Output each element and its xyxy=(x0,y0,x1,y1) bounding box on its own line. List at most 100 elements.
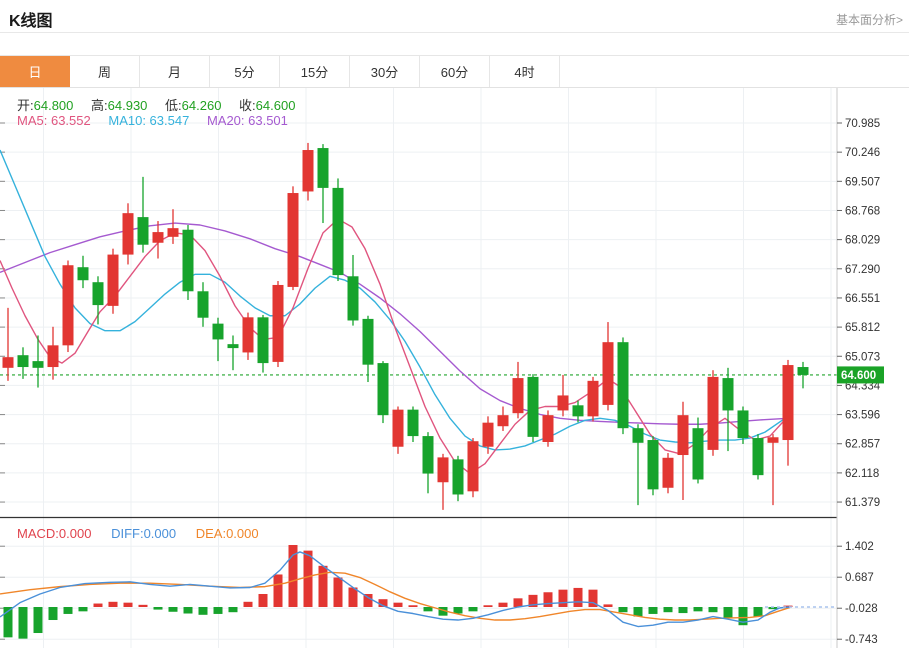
axis-label: 0.687 xyxy=(845,572,874,584)
macd-bar xyxy=(153,607,163,610)
ma-readout: MA5: 63.552 MA10: 63.547 MA20: 63.501 xyxy=(17,113,288,128)
candle-body xyxy=(257,317,269,364)
dea-line xyxy=(0,571,791,621)
macd-bar xyxy=(18,607,28,639)
tab-30min[interactable]: 30分 xyxy=(350,56,420,87)
candle-body xyxy=(572,405,584,417)
ohlc-readout: 开:64.800 高:64.930 低:64.260 收:64.600 xyxy=(17,95,309,114)
macd-bar xyxy=(483,605,493,607)
axis-label: 62.118 xyxy=(845,468,879,480)
macd-bar xyxy=(693,607,703,612)
candle-body xyxy=(362,318,374,365)
candle-body xyxy=(392,409,404,447)
candle-body xyxy=(527,376,539,437)
current-price-badge-text: 64.600 xyxy=(841,370,876,382)
axis-label: 70.985 xyxy=(845,118,880,130)
candle-body xyxy=(407,409,419,437)
macd-bar xyxy=(498,602,508,607)
macd-bar xyxy=(213,607,223,614)
candle-body xyxy=(437,457,449,483)
candle-body xyxy=(497,415,509,427)
candle-body xyxy=(77,267,89,281)
macd-bar xyxy=(393,602,403,607)
high-label: 高: xyxy=(91,98,108,113)
candle-body xyxy=(602,342,614,405)
period-tab-bar: 日 周 月 5分 15分 30分 60分 4时 xyxy=(0,55,909,88)
diff-value: DIFF:0.000 xyxy=(111,526,177,541)
candle-body xyxy=(197,291,209,318)
candle-body xyxy=(347,276,359,321)
macd-bar xyxy=(273,574,283,607)
candle-body xyxy=(722,378,734,411)
tab-day[interactable]: 日 xyxy=(0,56,70,87)
candle-body xyxy=(557,395,569,411)
axis-label: 62.857 xyxy=(845,439,880,451)
tab-month[interactable]: 月 xyxy=(140,56,210,87)
axis-label: 67.290 xyxy=(845,264,880,276)
ma10-value: MA10: 63.547 xyxy=(108,113,190,128)
candle-body xyxy=(287,193,299,287)
macd-bar xyxy=(723,607,733,618)
axis-label: 68.768 xyxy=(845,205,880,217)
axis-label: 68.029 xyxy=(845,235,880,247)
axis-label: 65.812 xyxy=(845,322,880,334)
tab-60min[interactable]: 60分 xyxy=(420,56,490,87)
candle-body xyxy=(677,415,689,456)
candle-body xyxy=(467,441,479,492)
candle-body xyxy=(332,187,344,276)
axis-label: 69.507 xyxy=(845,176,880,188)
axis-label: 66.551 xyxy=(845,293,880,305)
candle-body xyxy=(707,376,719,450)
tab-4hour[interactable]: 4时 xyxy=(490,56,560,87)
candle-body xyxy=(782,365,794,441)
axis-label: 63.596 xyxy=(845,410,880,422)
tab-week[interactable]: 周 xyxy=(70,56,140,87)
macd-bar xyxy=(123,602,133,607)
candle-body xyxy=(377,363,389,416)
candle-body xyxy=(587,380,599,417)
axis-label: 70.246 xyxy=(845,147,880,159)
macd-bar xyxy=(648,607,658,614)
candle-body xyxy=(302,150,314,192)
macd-bar xyxy=(558,589,568,607)
macd-bar xyxy=(48,607,58,621)
macd-bar xyxy=(318,565,328,607)
candle-body xyxy=(482,422,494,447)
macd-bar xyxy=(543,592,553,607)
axis-label: -0.743 xyxy=(845,634,878,646)
fundamental-analysis-link[interactable]: 基本面分析> xyxy=(836,11,903,28)
candle-body xyxy=(47,345,59,368)
candle-body xyxy=(122,213,134,255)
macd-bar xyxy=(258,593,268,607)
candle-body xyxy=(737,410,749,439)
candle-body xyxy=(452,459,464,495)
candle-body xyxy=(272,284,284,362)
macd-bar xyxy=(663,607,673,613)
candle-body xyxy=(62,265,74,346)
macd-bar xyxy=(468,607,478,612)
candle-body xyxy=(647,440,659,490)
macd-bar xyxy=(108,601,118,607)
candle-body xyxy=(152,232,164,243)
macd-bar xyxy=(198,607,208,615)
candle-body xyxy=(227,344,239,349)
macd-bar xyxy=(138,604,148,607)
tab-5min[interactable]: 5分 xyxy=(210,56,280,87)
axis-label: 65.073 xyxy=(845,351,880,363)
macd-bar xyxy=(408,605,418,607)
candle-body xyxy=(17,355,29,368)
candle-body xyxy=(692,428,704,480)
candle-body xyxy=(317,148,329,188)
candle-body xyxy=(767,437,779,443)
macd-bar xyxy=(573,587,583,607)
diff-line xyxy=(0,551,791,628)
macd-bar xyxy=(513,598,523,607)
macd-bar xyxy=(33,607,43,634)
candle-body xyxy=(2,357,14,368)
tab-15min[interactable]: 15分 xyxy=(280,56,350,87)
ma20-value: MA20: 63.501 xyxy=(206,113,288,128)
macd-value: MACD:0.000 xyxy=(17,526,92,541)
macd-bar xyxy=(753,607,763,617)
macd-bar xyxy=(78,607,88,612)
high-value: 64.930 xyxy=(107,98,148,113)
